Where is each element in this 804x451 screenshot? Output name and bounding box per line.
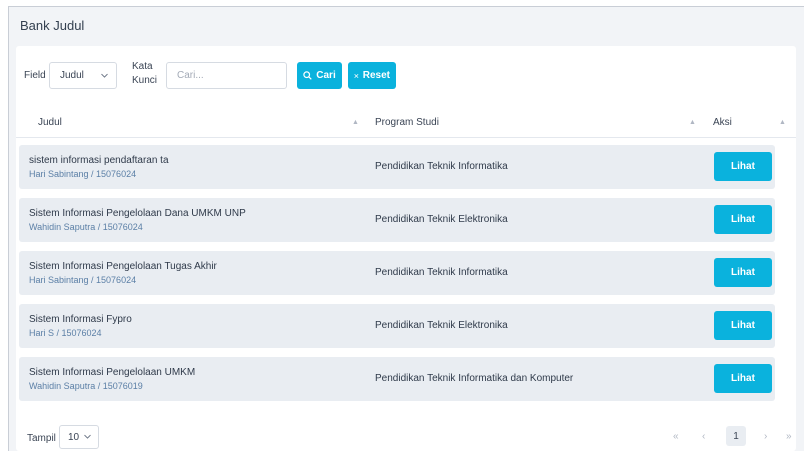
- first-page-button[interactable]: «: [673, 431, 679, 442]
- field-label: Field: [24, 70, 46, 81]
- page-size-label: Tampil: [27, 433, 56, 444]
- column-header-judul[interactable]: Judul: [38, 117, 62, 128]
- page-number-button[interactable]: 1: [726, 426, 746, 446]
- reset-button-label: Reset: [362, 70, 390, 81]
- sort-icon[interactable]: ▲: [352, 119, 359, 126]
- close-icon: [354, 73, 359, 78]
- page-size-select[interactable]: 10: [59, 425, 99, 449]
- table-row: Sistem Informasi Pengelolaan Dana UMKM U…: [19, 198, 775, 242]
- row-program: Pendidikan Teknik Elektronika: [375, 214, 508, 225]
- sort-icon[interactable]: ▲: [779, 119, 786, 126]
- chevron-down-icon: [101, 73, 108, 78]
- row-program: Pendidikan Teknik Informatika dan Komput…: [375, 373, 574, 384]
- last-page-button[interactable]: »: [786, 431, 792, 442]
- row-author: Wahidin Saputra / 15076024: [29, 222, 143, 232]
- table-row: sistem informasi pendaftaran ta Hari Sab…: [19, 145, 775, 189]
- row-program: Pendidikan Teknik Informatika: [375, 267, 508, 278]
- row-title: Sistem Informasi Pengelolaan Dana UMKM U…: [29, 208, 246, 219]
- search-input[interactable]: [166, 62, 287, 89]
- row-title: sistem informasi pendaftaran ta: [29, 155, 169, 166]
- row-title: Sistem Informasi Pengelolaan Tugas Akhir: [29, 261, 217, 272]
- page-size-value: 10: [68, 431, 80, 443]
- sort-icon[interactable]: ▲: [689, 119, 696, 126]
- search-button[interactable]: Cari: [297, 62, 342, 89]
- row-author: Hari Sabintang / 15076024: [29, 169, 137, 179]
- row-author: Hari Sabintang / 15076024: [29, 275, 137, 285]
- keyword-label-line1: Kata: [132, 61, 153, 72]
- view-button[interactable]: Lihat: [714, 205, 772, 234]
- row-program: Pendidikan Teknik Elektronika: [375, 320, 508, 331]
- reset-button[interactable]: Reset: [348, 62, 396, 89]
- next-page-button[interactable]: ›: [764, 431, 767, 442]
- table-row: Sistem Informasi Pengelolaan Tugas Akhir…: [19, 251, 775, 295]
- column-header-aksi[interactable]: Aksi: [713, 117, 732, 128]
- header-divider: [16, 137, 796, 138]
- view-button[interactable]: Lihat: [714, 258, 772, 287]
- view-button[interactable]: Lihat: [714, 152, 772, 181]
- row-author: Hari S / 15076024: [29, 328, 102, 338]
- row-program: Pendidikan Teknik Informatika: [375, 161, 508, 172]
- view-button[interactable]: Lihat: [714, 364, 772, 393]
- table-row: Sistem Informasi Fypro Hari S / 15076024…: [19, 304, 775, 348]
- prev-page-button[interactable]: ‹: [702, 431, 705, 442]
- row-author: Wahidin Saputra / 15076019: [29, 381, 143, 391]
- search-button-label: Cari: [316, 70, 336, 81]
- keyword-label-line2: Kunci: [132, 75, 158, 86]
- table-row: Sistem Informasi Pengelolaan UMKM Wahidi…: [19, 357, 775, 401]
- search-icon: [303, 71, 312, 80]
- row-title: Sistem Informasi Pengelolaan UMKM: [29, 367, 196, 378]
- field-select[interactable]: Judul: [49, 62, 117, 89]
- page-title: Bank Judul: [20, 18, 85, 33]
- view-button[interactable]: Lihat: [714, 311, 772, 340]
- chevron-down-icon: [84, 434, 91, 439]
- row-title: Sistem Informasi Fypro: [29, 314, 132, 325]
- column-header-program-studi[interactable]: Program Studi: [375, 117, 439, 128]
- field-select-value: Judul: [60, 70, 84, 81]
